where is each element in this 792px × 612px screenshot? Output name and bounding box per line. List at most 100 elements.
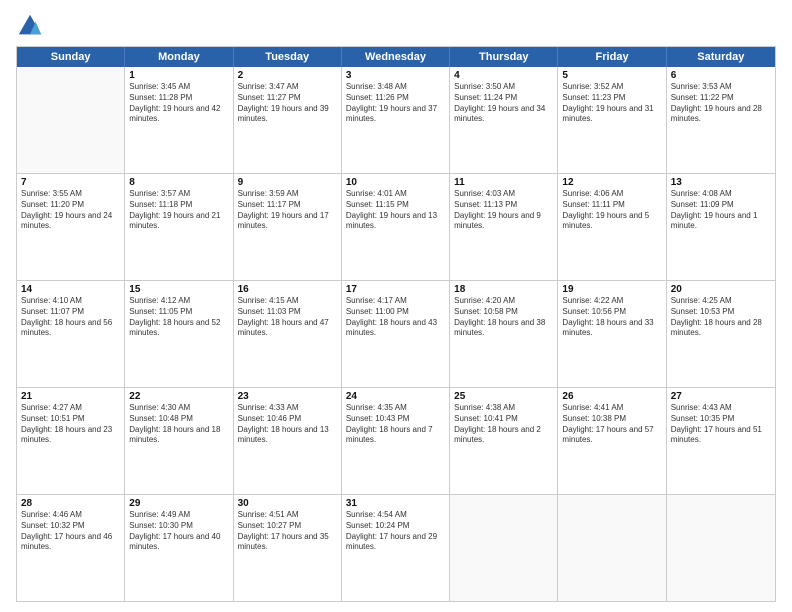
day-number: 15 <box>129 284 228 295</box>
day-info: Sunrise: 4:43 AMSunset: 10:35 PMDaylight… <box>671 403 771 446</box>
day-info: Sunrise: 4:20 AMSunset: 10:58 PMDaylight… <box>454 296 553 339</box>
calendar-day-18: 18Sunrise: 4:20 AMSunset: 10:58 PMDaylig… <box>450 281 558 387</box>
day-info: Sunrise: 4:54 AMSunset: 10:24 PMDaylight… <box>346 510 445 553</box>
calendar-day-23: 23Sunrise: 4:33 AMSunset: 10:46 PMDaylig… <box>234 388 342 494</box>
calendar: SundayMondayTuesdayWednesdayThursdayFrid… <box>16 46 776 602</box>
day-info: Sunrise: 3:59 AMSunset: 11:17 PMDaylight… <box>238 189 337 232</box>
page: SundayMondayTuesdayWednesdayThursdayFrid… <box>0 0 792 612</box>
day-number: 18 <box>454 284 553 295</box>
day-number: 3 <box>346 70 445 81</box>
day-number: 12 <box>562 177 661 188</box>
day-info: Sunrise: 4:08 AMSunset: 11:09 PMDaylight… <box>671 189 771 232</box>
day-number: 14 <box>21 284 120 295</box>
day-number: 9 <box>238 177 337 188</box>
day-info: Sunrise: 4:27 AMSunset: 10:51 PMDaylight… <box>21 403 120 446</box>
day-number: 21 <box>21 391 120 402</box>
calendar-empty <box>558 495 666 601</box>
day-info: Sunrise: 3:55 AMSunset: 11:20 PMDaylight… <box>21 189 120 232</box>
calendar-week-5: 28Sunrise: 4:46 AMSunset: 10:32 PMDaylig… <box>17 495 775 601</box>
calendar-day-7: 7Sunrise: 3:55 AMSunset: 11:20 PMDayligh… <box>17 174 125 280</box>
day-number: 25 <box>454 391 553 402</box>
calendar-day-16: 16Sunrise: 4:15 AMSunset: 11:03 PMDaylig… <box>234 281 342 387</box>
calendar-day-31: 31Sunrise: 4:54 AMSunset: 10:24 PMDaylig… <box>342 495 450 601</box>
logo <box>16 12 48 40</box>
day-info: Sunrise: 4:33 AMSunset: 10:46 PMDaylight… <box>238 403 337 446</box>
day-info: Sunrise: 3:50 AMSunset: 11:24 PMDaylight… <box>454 82 553 125</box>
day-number: 4 <box>454 70 553 81</box>
day-info: Sunrise: 4:17 AMSunset: 11:00 PMDaylight… <box>346 296 445 339</box>
header-day-thursday: Thursday <box>450 47 558 67</box>
day-number: 31 <box>346 498 445 509</box>
day-number: 1 <box>129 70 228 81</box>
calendar-day-10: 10Sunrise: 4:01 AMSunset: 11:15 PMDaylig… <box>342 174 450 280</box>
day-number: 27 <box>671 391 771 402</box>
day-info: Sunrise: 4:51 AMSunset: 10:27 PMDaylight… <box>238 510 337 553</box>
day-number: 19 <box>562 284 661 295</box>
calendar-week-4: 21Sunrise: 4:27 AMSunset: 10:51 PMDaylig… <box>17 388 775 495</box>
calendar-day-21: 21Sunrise: 4:27 AMSunset: 10:51 PMDaylig… <box>17 388 125 494</box>
calendar-day-13: 13Sunrise: 4:08 AMSunset: 11:09 PMDaylig… <box>667 174 775 280</box>
calendar-week-2: 7Sunrise: 3:55 AMSunset: 11:20 PMDayligh… <box>17 174 775 281</box>
day-number: 26 <box>562 391 661 402</box>
header-day-tuesday: Tuesday <box>234 47 342 67</box>
calendar-day-24: 24Sunrise: 4:35 AMSunset: 10:43 PMDaylig… <box>342 388 450 494</box>
calendar-day-11: 11Sunrise: 4:03 AMSunset: 11:13 PMDaylig… <box>450 174 558 280</box>
calendar-day-1: 1Sunrise: 3:45 AMSunset: 11:28 PMDayligh… <box>125 67 233 173</box>
day-info: Sunrise: 4:49 AMSunset: 10:30 PMDaylight… <box>129 510 228 553</box>
calendar-day-27: 27Sunrise: 4:43 AMSunset: 10:35 PMDaylig… <box>667 388 775 494</box>
header <box>16 12 776 40</box>
day-number: 8 <box>129 177 228 188</box>
calendar-day-15: 15Sunrise: 4:12 AMSunset: 11:05 PMDaylig… <box>125 281 233 387</box>
calendar-day-6: 6Sunrise: 3:53 AMSunset: 11:22 PMDayligh… <box>667 67 775 173</box>
calendar-week-1: 1Sunrise: 3:45 AMSunset: 11:28 PMDayligh… <box>17 67 775 174</box>
day-info: Sunrise: 3:57 AMSunset: 11:18 PMDaylight… <box>129 189 228 232</box>
day-info: Sunrise: 4:46 AMSunset: 10:32 PMDaylight… <box>21 510 120 553</box>
day-number: 16 <box>238 284 337 295</box>
day-number: 10 <box>346 177 445 188</box>
calendar-day-20: 20Sunrise: 4:25 AMSunset: 10:53 PMDaylig… <box>667 281 775 387</box>
logo-icon <box>16 12 44 40</box>
day-number: 5 <box>562 70 661 81</box>
calendar-day-19: 19Sunrise: 4:22 AMSunset: 10:56 PMDaylig… <box>558 281 666 387</box>
calendar-day-28: 28Sunrise: 4:46 AMSunset: 10:32 PMDaylig… <box>17 495 125 601</box>
calendar-day-14: 14Sunrise: 4:10 AMSunset: 11:07 PMDaylig… <box>17 281 125 387</box>
calendar-body: 1Sunrise: 3:45 AMSunset: 11:28 PMDayligh… <box>17 67 775 601</box>
day-number: 2 <box>238 70 337 81</box>
day-info: Sunrise: 4:12 AMSunset: 11:05 PMDaylight… <box>129 296 228 339</box>
day-info: Sunrise: 4:01 AMSunset: 11:15 PMDaylight… <box>346 189 445 232</box>
day-info: Sunrise: 4:10 AMSunset: 11:07 PMDaylight… <box>21 296 120 339</box>
day-info: Sunrise: 3:47 AMSunset: 11:27 PMDaylight… <box>238 82 337 125</box>
day-number: 29 <box>129 498 228 509</box>
calendar-empty <box>17 67 125 173</box>
day-number: 13 <box>671 177 771 188</box>
calendar-empty <box>450 495 558 601</box>
day-info: Sunrise: 4:03 AMSunset: 11:13 PMDaylight… <box>454 189 553 232</box>
calendar-day-5: 5Sunrise: 3:52 AMSunset: 11:23 PMDayligh… <box>558 67 666 173</box>
header-day-saturday: Saturday <box>667 47 775 67</box>
calendar-day-26: 26Sunrise: 4:41 AMSunset: 10:38 PMDaylig… <box>558 388 666 494</box>
day-number: 23 <box>238 391 337 402</box>
day-number: 28 <box>21 498 120 509</box>
day-number: 24 <box>346 391 445 402</box>
day-info: Sunrise: 4:41 AMSunset: 10:38 PMDaylight… <box>562 403 661 446</box>
day-info: Sunrise: 4:15 AMSunset: 11:03 PMDaylight… <box>238 296 337 339</box>
calendar-day-30: 30Sunrise: 4:51 AMSunset: 10:27 PMDaylig… <box>234 495 342 601</box>
header-day-monday: Monday <box>125 47 233 67</box>
day-number: 30 <box>238 498 337 509</box>
day-number: 6 <box>671 70 771 81</box>
day-number: 11 <box>454 177 553 188</box>
calendar-day-17: 17Sunrise: 4:17 AMSunset: 11:00 PMDaylig… <box>342 281 450 387</box>
day-info: Sunrise: 3:45 AMSunset: 11:28 PMDaylight… <box>129 82 228 125</box>
calendar-day-29: 29Sunrise: 4:49 AMSunset: 10:30 PMDaylig… <box>125 495 233 601</box>
calendar-day-2: 2Sunrise: 3:47 AMSunset: 11:27 PMDayligh… <box>234 67 342 173</box>
day-info: Sunrise: 4:22 AMSunset: 10:56 PMDaylight… <box>562 296 661 339</box>
header-day-wednesday: Wednesday <box>342 47 450 67</box>
day-info: Sunrise: 4:25 AMSunset: 10:53 PMDaylight… <box>671 296 771 339</box>
day-info: Sunrise: 3:52 AMSunset: 11:23 PMDaylight… <box>562 82 661 125</box>
day-number: 17 <box>346 284 445 295</box>
header-day-friday: Friday <box>558 47 666 67</box>
day-number: 22 <box>129 391 228 402</box>
calendar-day-8: 8Sunrise: 3:57 AMSunset: 11:18 PMDayligh… <box>125 174 233 280</box>
calendar-day-3: 3Sunrise: 3:48 AMSunset: 11:26 PMDayligh… <box>342 67 450 173</box>
calendar-header: SundayMondayTuesdayWednesdayThursdayFrid… <box>17 47 775 67</box>
